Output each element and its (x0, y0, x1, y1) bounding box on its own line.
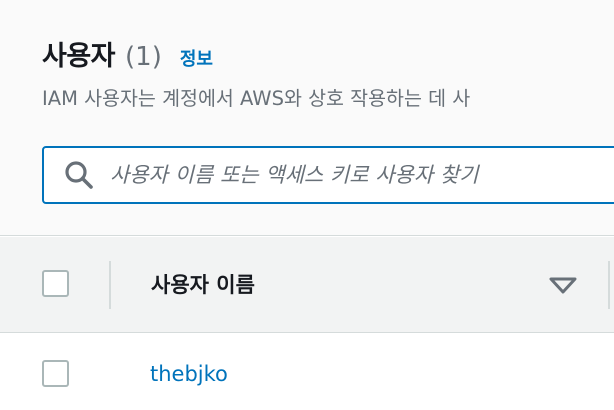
title-row: 사용자 (1) 정보 (42, 34, 213, 73)
table-header-row: 사용자 이름 (0, 237, 614, 333)
column-header-user-name[interactable]: 사용자 이름 (151, 269, 255, 299)
user-name-link[interactable]: thebjko (150, 362, 228, 386)
info-link[interactable]: 정보 (180, 45, 213, 71)
search-box[interactable] (42, 146, 614, 204)
sort-descending-icon[interactable] (548, 275, 578, 295)
select-all-checkbox[interactable] (42, 270, 69, 297)
user-count: (1) (125, 42, 162, 72)
table-row: thebjko (0, 334, 614, 410)
search-input[interactable] (110, 155, 614, 195)
search-icon (65, 161, 93, 189)
column-divider (109, 261, 111, 309)
users-panel-header: 사용자 (1) 정보 IAM 사용자는 계정에서 AWS와 상호 작용하는 데 … (0, 0, 614, 236)
column-divider[interactable] (608, 261, 610, 309)
page-description: IAM 사용자는 계정에서 AWS와 상호 작용하는 데 사 (42, 87, 471, 110)
row-select-checkbox[interactable] (42, 360, 69, 387)
page-title: 사용자 (42, 41, 116, 72)
